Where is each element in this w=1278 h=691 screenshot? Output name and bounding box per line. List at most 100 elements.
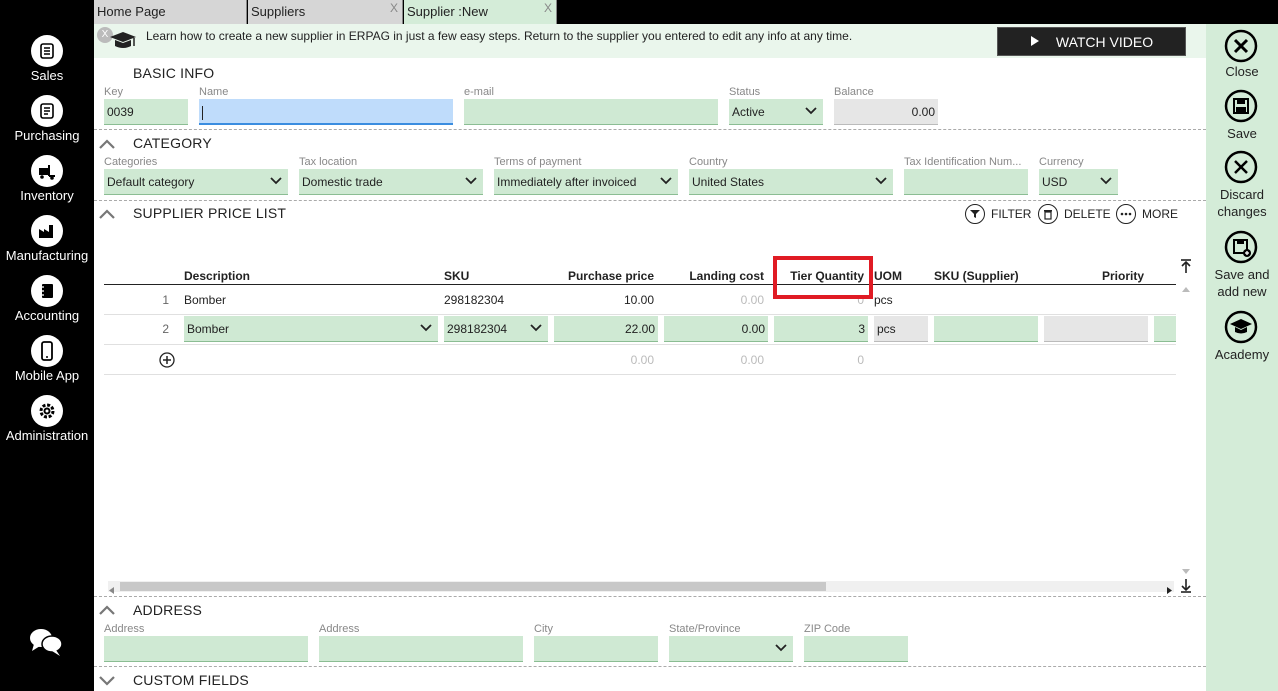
nav-item-manufacturing[interactable]: Manufacturing — [0, 215, 94, 275]
nav-item-sales[interactable]: Sales — [0, 35, 94, 95]
status-label: Status — [729, 86, 761, 98]
chevron-down-icon[interactable] — [98, 674, 116, 686]
key-field[interactable]: 0039 — [104, 99, 188, 125]
row-description: Bomber — [187, 322, 230, 336]
col-sku-supplier[interactable]: SKU (Supplier) — [934, 269, 1019, 283]
nav-item-inventory[interactable]: Inventory — [0, 155, 94, 215]
row-sku-select[interactable]: 298182304 — [444, 316, 548, 342]
row-sku[interactable]: 298182304 — [444, 293, 504, 307]
close-icon — [1224, 29, 1258, 63]
scroll-right-icon[interactable] — [1165, 583, 1173, 594]
save-button[interactable]: Save — [1206, 89, 1278, 141]
graduation-cap-icon — [108, 29, 138, 56]
row-landing-cost-field[interactable]: 0.00 — [664, 316, 768, 342]
row-description[interactable]: Bomber — [184, 293, 226, 307]
price-list-title: SUPPLIER PRICE LIST — [133, 205, 287, 221]
close-icon[interactable]: X — [544, 1, 552, 15]
terms-select[interactable]: Immediately after invoiced — [494, 169, 678, 195]
row-uom[interactable]: pcs — [874, 293, 893, 307]
chat-icon[interactable] — [28, 626, 64, 658]
scroll-down-arrow-icon[interactable] — [1182, 564, 1190, 578]
row-description-select[interactable]: Bomber — [184, 316, 438, 342]
tax-location-select[interactable]: Domestic trade — [299, 169, 483, 195]
tab-label: Supplier :New — [407, 4, 488, 19]
close-button[interactable]: Close — [1206, 29, 1278, 79]
chevron-up-icon[interactable] — [98, 604, 116, 616]
col-uom[interactable]: UOM — [874, 269, 902, 283]
scroll-bottom-icon[interactable] — [1179, 578, 1193, 597]
address1-field[interactable] — [104, 636, 308, 662]
scroll-left-icon[interactable] — [108, 583, 116, 594]
chevron-down-icon — [530, 324, 542, 332]
name-field[interactable] — [199, 99, 453, 125]
col-purchase-price[interactable]: Purchase price — [554, 269, 654, 283]
scroll-top-icon[interactable] — [1179, 258, 1193, 277]
nav-label-administration: Administration — [5, 428, 89, 443]
categories-value: Default category — [107, 175, 195, 189]
add-row-icon[interactable] — [159, 352, 175, 371]
tab-supplier-new[interactable]: Supplier :New X — [404, 0, 557, 24]
watch-video-label: WATCH VIDEO — [1055, 33, 1154, 50]
filter-icon — [965, 204, 985, 224]
chevron-down-icon — [270, 177, 282, 185]
tax-location-value: Domestic trade — [302, 175, 383, 189]
row-uom-field[interactable]: pcs — [874, 316, 928, 342]
action-panel: Close Save Discard changes Save and add … — [1206, 24, 1278, 691]
tier-quantity-highlight — [773, 256, 873, 299]
chevron-up-icon[interactable] — [98, 208, 116, 220]
zip-field[interactable] — [804, 636, 908, 662]
new-row-landing-cost[interactable]: 0.00 — [664, 353, 764, 367]
more-button[interactable]: MORE — [1116, 204, 1178, 224]
chevron-down-icon — [805, 107, 817, 115]
scrollbar-thumb[interactable] — [120, 582, 826, 591]
delete-button[interactable]: DELETE — [1038, 204, 1111, 224]
horizontal-scrollbar[interactable] — [108, 581, 1174, 594]
sales-icon — [31, 35, 63, 67]
categories-select[interactable]: Default category — [104, 169, 288, 195]
nav-label-mobile-app: Mobile App — [14, 368, 80, 383]
nav-item-mobile-app[interactable]: Mobile App — [0, 335, 94, 395]
row-sku-supplier-field[interactable] — [934, 316, 1038, 342]
col-priority[interactable]: Priority — [1044, 269, 1144, 283]
new-row-purchase-price[interactable]: 0.00 — [554, 353, 654, 367]
tab-home-page[interactable]: Home Page — [94, 0, 247, 24]
row-landing-cost[interactable]: 0.00 — [664, 293, 764, 307]
divider — [94, 666, 1206, 667]
nav-item-accounting[interactable]: Accounting — [0, 275, 94, 335]
col-description[interactable]: Description — [184, 269, 250, 283]
row-priority-field[interactable] — [1044, 316, 1148, 342]
col-landing-cost[interactable]: Landing cost — [664, 269, 764, 283]
country-select[interactable]: United States — [689, 169, 893, 195]
city-field[interactable] — [534, 636, 658, 662]
filter-button[interactable]: FILTER — [965, 204, 1031, 224]
row-divider — [104, 344, 1176, 345]
row-tier-quantity-field[interactable]: 3 — [774, 316, 868, 342]
currency-select[interactable]: USD — [1039, 169, 1118, 195]
tab-suppliers[interactable]: Suppliers X — [248, 0, 403, 24]
tax-id-field[interactable] — [904, 169, 1028, 195]
discard-changes-button[interactable]: Discard changes — [1206, 150, 1278, 220]
row-purchase-price[interactable]: 10.00 — [554, 293, 654, 307]
scroll-up-arrow-icon[interactable] — [1182, 281, 1190, 295]
status-select[interactable]: Active — [729, 99, 823, 125]
academy-button[interactable]: Academy — [1206, 310, 1278, 362]
watch-video-button[interactable]: WATCH VIDEO — [997, 27, 1186, 56]
address2-field[interactable] — [319, 636, 523, 662]
close-icon[interactable]: X — [390, 1, 398, 15]
header-divider — [104, 284, 1176, 285]
more-icon — [1116, 204, 1136, 224]
row-purchase-price-field[interactable]: 22.00 — [554, 316, 658, 342]
row-extra-field[interactable] — [1154, 316, 1176, 342]
state-label: State/Province — [669, 623, 741, 635]
inventory-icon — [31, 155, 63, 187]
save-add-icon — [1224, 230, 1258, 264]
new-row-tier-quantity[interactable]: 0 — [774, 353, 864, 367]
save-and-add-new-button[interactable]: Save and add new — [1206, 230, 1278, 300]
custom-fields-title: CUSTOM FIELDS — [133, 672, 249, 688]
nav-item-purchasing[interactable]: Purchasing — [0, 95, 94, 155]
nav-item-administration[interactable]: Administration — [0, 395, 94, 455]
state-select[interactable] — [669, 636, 793, 662]
email-field[interactable] — [464, 99, 718, 125]
col-sku[interactable]: SKU — [444, 269, 469, 283]
chevron-up-icon[interactable] — [98, 138, 116, 150]
